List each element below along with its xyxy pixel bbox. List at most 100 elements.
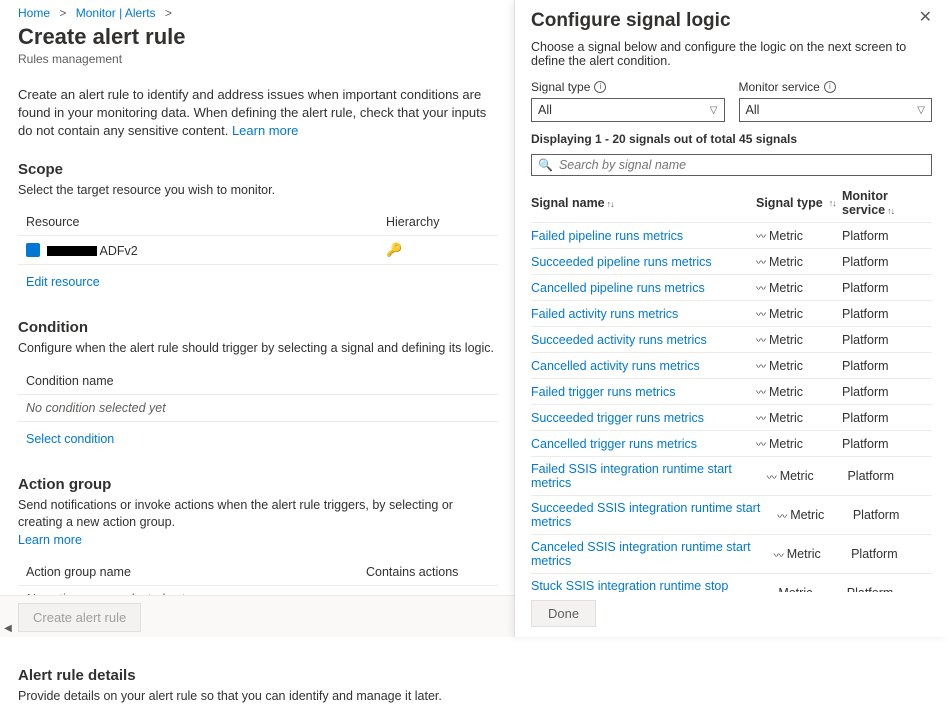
done-button[interactable]: Done — [531, 600, 596, 627]
edit-resource-link[interactable]: Edit resource — [26, 275, 100, 289]
signal-service-value: Platform — [842, 385, 932, 399]
signal-row[interactable]: Succeeded activity runs metrics〰MetricPl… — [531, 327, 932, 353]
sort-icon: ↑↓ — [607, 199, 614, 209]
signal-row[interactable]: Cancelled pipeline runs metrics〰MetricPl… — [531, 275, 932, 301]
sort-icon: ↑↓ — [829, 198, 836, 208]
signal-link[interactable]: Failed SSIS integration runtime start me… — [531, 462, 732, 490]
redacted-name — [47, 246, 97, 256]
signal-link[interactable]: Succeeded activity runs metrics — [531, 333, 707, 347]
signal-link[interactable]: Cancelled activity runs metrics — [531, 359, 700, 373]
create-alert-rule-button[interactable]: Create alert rule — [18, 603, 141, 632]
learn-more-link[interactable]: Learn more — [232, 123, 298, 138]
panel-title: Configure signal logic — [531, 10, 731, 32]
signal-type-value: Metric — [769, 411, 803, 425]
monitor-service-select[interactable]: All ▽ — [739, 98, 933, 122]
page-subtitle: Rules management — [18, 52, 498, 66]
monitor-service-value: All — [746, 103, 760, 117]
sort-icon: ↑↓ — [887, 206, 894, 216]
signal-link[interactable]: Succeeded pipeline runs metrics — [531, 255, 712, 269]
signal-type-select[interactable]: All ▽ — [531, 98, 725, 122]
select-condition-link[interactable]: Select condition — [26, 432, 114, 446]
signal-service-value: Platform — [842, 437, 932, 451]
details-desc: Provide details on your alert rule so th… — [18, 688, 498, 706]
panel-body[interactable]: Choose a signal below and configure the … — [515, 40, 948, 592]
resource-row[interactable]: ADFv2 🔑 — [18, 236, 498, 265]
scope-section: Scope Select the target resource you wis… — [18, 161, 498, 296]
signal-type-value: Metric — [787, 547, 821, 561]
signal-link[interactable]: Failed pipeline runs metrics — [531, 229, 683, 243]
metric-icon: 〰 — [756, 410, 765, 425]
col-hierarchy: Hierarchy — [378, 209, 498, 236]
signal-type-value: Metric — [769, 359, 803, 373]
resource-name: ADFv2 — [99, 244, 137, 258]
signal-link[interactable]: Cancelled trigger runs metrics — [531, 437, 697, 451]
chevron-down-icon: ▽ — [917, 105, 925, 116]
signal-service-value: Platform — [847, 469, 932, 483]
search-input[interactable] — [559, 158, 925, 172]
chevron-left-icon[interactable]: ◀ — [0, 621, 16, 637]
signal-row[interactable]: Canceled SSIS integration runtime start … — [531, 535, 932, 574]
metric-icon: 〰 — [756, 228, 765, 243]
breadcrumb-monitor[interactable]: Monitor | Alerts — [76, 6, 156, 20]
footer-bar: Create alert rule — [0, 595, 514, 637]
info-icon[interactable]: i — [594, 81, 606, 93]
configure-signal-panel: Configure signal logic ✕ Choose a signal… — [514, 0, 948, 637]
metric-icon: 〰 — [767, 469, 776, 484]
signal-service-value: Platform — [842, 281, 932, 295]
close-icon[interactable]: ✕ — [919, 10, 932, 26]
page-title: Create alert rule — [18, 24, 498, 50]
col-action-name: Action group name — [18, 559, 358, 586]
chevron-right-icon: > — [59, 6, 66, 20]
signal-row[interactable]: Stuck SSIS integration runtime stop metr… — [531, 574, 932, 592]
action-heading: Action group — [18, 476, 498, 493]
signal-link[interactable]: Succeeded SSIS integration runtime start… — [531, 501, 760, 529]
metric-icon: 〰 — [756, 358, 765, 373]
action-desc-text: Send notifications or invoke actions whe… — [18, 498, 453, 530]
action-learn-more-link[interactable]: Learn more — [18, 533, 82, 547]
col-monitor-service[interactable]: Monitor service↑↓ — [842, 189, 932, 217]
signal-link[interactable]: Succeeded trigger runs metrics — [531, 411, 704, 425]
info-icon[interactable]: i — [824, 81, 836, 93]
signal-row[interactable]: Cancelled trigger runs metrics〰MetricPla… — [531, 431, 932, 457]
search-icon: 🔍 — [538, 158, 553, 172]
signal-row[interactable]: Failed activity runs metrics〰MetricPlatf… — [531, 301, 932, 327]
signal-table-header: Signal name↑↓ Signal type↑↓ Monitor serv… — [531, 184, 932, 223]
metric-icon: 〰 — [756, 306, 765, 321]
intro-text: Create an alert rule to identify and add… — [18, 86, 498, 141]
search-wrapper[interactable]: 🔍 — [531, 154, 932, 176]
signal-type-value: Metric — [790, 508, 824, 522]
signal-row[interactable]: Failed trigger runs metrics〰MetricPlatfo… — [531, 379, 932, 405]
details-section: Alert rule details Provide details on yo… — [18, 667, 498, 706]
signal-service-value: Platform — [842, 411, 932, 425]
signal-link[interactable]: Failed trigger runs metrics — [531, 385, 676, 399]
monitor-service-label: Monitor service i — [739, 80, 933, 94]
details-heading: Alert rule details — [18, 667, 498, 684]
scope-desc: Select the target resource you wish to m… — [18, 182, 498, 200]
col-contains-actions: Contains actions — [358, 559, 498, 586]
signal-link[interactable]: Stuck SSIS integration runtime stop metr… — [531, 579, 728, 592]
breadcrumb-home[interactable]: Home — [18, 6, 50, 20]
signal-row[interactable]: Succeeded SSIS integration runtime start… — [531, 496, 932, 535]
signal-row[interactable]: Succeeded pipeline runs metrics〰MetricPl… — [531, 249, 932, 275]
result-count: Displaying 1 - 20 signals out of total 4… — [531, 132, 932, 146]
signal-row[interactable]: Failed pipeline runs metrics 〰 Metric Platf… — [531, 223, 932, 249]
key-icon: 🔑 — [386, 242, 402, 257]
signal-link[interactable]: Canceled SSIS integration runtime start … — [531, 540, 751, 568]
signal-row[interactable]: Cancelled activity runs metrics〰MetricPl… — [531, 353, 932, 379]
action-desc: Send notifications or invoke actions whe… — [18, 497, 498, 550]
signal-link[interactable]: Failed activity runs metrics — [531, 307, 678, 321]
signal-link[interactable]: Cancelled pipeline runs metrics — [531, 281, 705, 295]
signal-row[interactable]: Succeeded trigger runs metrics 〰 Metric Pla… — [531, 405, 932, 431]
signal-type-value: Metric — [769, 255, 803, 269]
metric-icon: 〰 — [774, 547, 783, 562]
metric-icon: 〰 — [756, 332, 765, 347]
signal-type-value: Metric — [769, 229, 803, 243]
col-signal-name[interactable]: Signal name↑↓ — [531, 196, 756, 210]
signal-service-value: Platform — [842, 229, 932, 243]
signal-service-value: Platform — [851, 547, 932, 561]
signal-row[interactable]: Failed SSIS integration runtime start me… — [531, 457, 932, 496]
metric-icon: 〰 — [756, 384, 765, 399]
col-signal-type[interactable]: Signal type↑↓ — [756, 196, 842, 210]
signal-type-value: Metric — [769, 437, 803, 451]
condition-placeholder: No condition selected yet — [18, 394, 498, 421]
